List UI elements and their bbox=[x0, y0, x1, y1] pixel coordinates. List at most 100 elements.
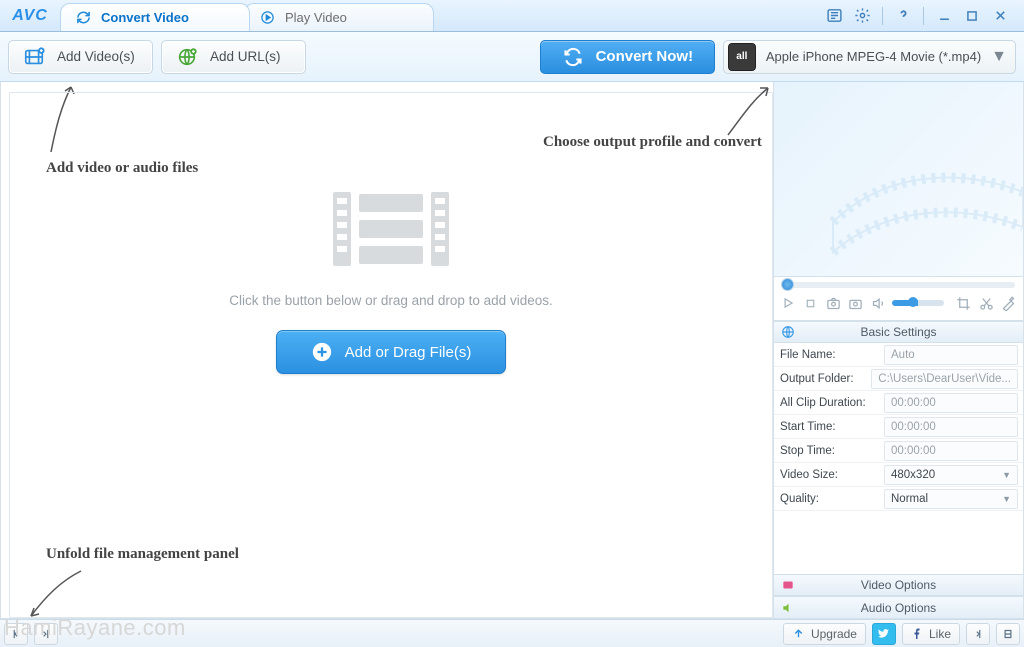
filmstrip-graphic-icon bbox=[823, 142, 1023, 262]
settings-row: Output Folder: C:\Users\DearUser\Vide... bbox=[774, 367, 1023, 391]
refresh-icon bbox=[75, 10, 91, 26]
output-profile-selector[interactable]: all Apple iPhone MPEG-4 Movie (*.mp4) ▼ bbox=[723, 40, 1016, 74]
settings-row: File Name: Auto bbox=[774, 343, 1023, 367]
twitter-button[interactable] bbox=[872, 623, 896, 645]
profile-label: Apple iPhone MPEG-4 Movie (*.mp4) bbox=[766, 49, 981, 64]
settings-key: Output Folder: bbox=[774, 373, 866, 385]
settings-value[interactable]: C:\Users\DearUser\Vide... bbox=[871, 369, 1018, 389]
film-graphic-icon bbox=[331, 188, 451, 275]
upload-icon bbox=[792, 627, 805, 640]
settings-row: All Clip Duration: 00:00:00 bbox=[774, 391, 1023, 415]
plus-circle-icon bbox=[311, 341, 333, 363]
sync-icon bbox=[562, 46, 584, 68]
video-icon bbox=[780, 577, 796, 593]
snapshot-folder-icon[interactable] bbox=[847, 294, 863, 312]
settings-value-text: Auto bbox=[891, 349, 915, 361]
maximize-button[interactable] bbox=[960, 5, 984, 27]
button-label: Add URL(s) bbox=[210, 49, 281, 64]
preview-area bbox=[774, 82, 1023, 277]
basic-settings-body: File Name: Auto Output Folder: C:\Users\Dea… bbox=[774, 343, 1023, 574]
tab-label: Play Video bbox=[285, 10, 347, 25]
chevron-down-icon: ▼ bbox=[1002, 470, 1011, 480]
film-plus-icon bbox=[23, 46, 45, 68]
tab-play-video[interactable]: Play Video bbox=[244, 3, 434, 31]
tab-label: Convert Video bbox=[101, 10, 189, 25]
status-bar: Upgrade Like bbox=[0, 619, 1024, 647]
section-label: Basic Settings bbox=[860, 325, 936, 339]
settings-key: All Clip Duration: bbox=[774, 397, 879, 409]
button-label: Convert Now! bbox=[596, 48, 694, 65]
facebook-like-button[interactable]: Like bbox=[902, 623, 960, 645]
cut-icon[interactable] bbox=[978, 294, 994, 312]
annotation-choose-output: Choose output profile and convert bbox=[543, 134, 973, 151]
activity-icon[interactable] bbox=[822, 5, 846, 27]
settings-value-text: 00:00:00 bbox=[891, 397, 936, 409]
upgrade-button[interactable]: Upgrade bbox=[783, 623, 866, 645]
add-urls-button[interactable]: Add URL(s) bbox=[161, 40, 306, 74]
chevron-down-icon: ▼ bbox=[991, 48, 1007, 66]
volume-icon[interactable] bbox=[870, 294, 886, 312]
button-label: Add Video(s) bbox=[57, 49, 135, 64]
settings-value-text: C:\Users\DearUser\Vide... bbox=[878, 373, 1011, 385]
settings-value[interactable]: Auto bbox=[884, 345, 1018, 365]
add-videos-button[interactable]: Add Video(s) bbox=[8, 40, 153, 74]
chevron-down-icon: ▼ bbox=[1002, 494, 1011, 504]
settings-key: Quality: bbox=[774, 493, 879, 505]
audio-options-header[interactable]: Audio Options bbox=[774, 596, 1023, 618]
main-area: Add video or audio files Choose output p… bbox=[0, 82, 1024, 619]
effects-icon[interactable] bbox=[1001, 294, 1017, 312]
video-options-header[interactable]: Video Options bbox=[774, 574, 1023, 596]
settings-row: Quality: Normal ▼ bbox=[774, 487, 1023, 511]
section-label: Video Options bbox=[861, 578, 936, 592]
section-label: Audio Options bbox=[861, 601, 936, 615]
panel-expand-right-button[interactable] bbox=[996, 623, 1020, 645]
settings-value[interactable]: 480x320 ▼ bbox=[884, 465, 1018, 485]
settings-value-text: 00:00:00 bbox=[891, 445, 936, 457]
settings-value[interactable]: 00:00:00 bbox=[884, 417, 1018, 437]
titlebar: AVC Convert Video Play Video bbox=[0, 0, 1024, 32]
tab-convert-video[interactable]: Convert Video bbox=[60, 3, 250, 31]
app-logo: AVC bbox=[0, 0, 60, 31]
settings-value-text: Normal bbox=[891, 493, 928, 505]
play-icon[interactable] bbox=[780, 294, 796, 312]
button-label: Like bbox=[929, 627, 951, 641]
annotation-arrow-output bbox=[718, 80, 778, 140]
add-drag-files-button[interactable]: Add or Drag File(s) bbox=[276, 330, 506, 374]
toolbar: Add Video(s) Add URL(s) Convert Now! all… bbox=[0, 32, 1024, 82]
close-button[interactable] bbox=[988, 5, 1012, 27]
audio-icon bbox=[780, 600, 796, 616]
stop-icon[interactable] bbox=[802, 294, 818, 312]
window-controls bbox=[810, 0, 1024, 31]
settings-key: File Name: bbox=[774, 349, 879, 361]
progress-bar[interactable] bbox=[782, 282, 1015, 288]
facebook-icon bbox=[911, 628, 923, 640]
settings-value-text: 00:00:00 bbox=[891, 421, 936, 433]
settings-value[interactable]: 00:00:00 bbox=[884, 393, 1018, 413]
crop-icon[interactable] bbox=[956, 294, 972, 312]
globe-icon bbox=[780, 324, 796, 340]
settings-value[interactable]: 00:00:00 bbox=[884, 441, 1018, 461]
button-label: Add or Drag File(s) bbox=[345, 344, 472, 361]
basic-settings-header[interactable]: Basic Settings bbox=[774, 321, 1023, 343]
drop-hint: Click the button below or drag and drop … bbox=[229, 293, 552, 308]
settings-row: Start Time: 00:00:00 bbox=[774, 415, 1023, 439]
profile-chip-icon: all bbox=[728, 43, 756, 71]
volume-slider[interactable] bbox=[892, 300, 943, 306]
drop-zone[interactable]: Click the button below or drag and drop … bbox=[9, 92, 773, 618]
settings-icon[interactable] bbox=[850, 5, 874, 27]
main-tabs: Convert Video Play Video bbox=[60, 0, 810, 31]
settings-row: Video Size:480x320▼ bbox=[774, 463, 1023, 487]
snapshot-icon[interactable] bbox=[825, 294, 841, 312]
minimize-button[interactable] bbox=[932, 5, 956, 27]
button-label: Upgrade bbox=[811, 627, 857, 641]
settings-row: Stop Time: 00:00:00 bbox=[774, 439, 1023, 463]
convert-now-button[interactable]: Convert Now! bbox=[540, 40, 715, 74]
settings-key: Start Time: bbox=[774, 421, 879, 433]
globe-plus-icon bbox=[176, 46, 198, 68]
settings-value[interactable]: Normal ▼ bbox=[884, 489, 1018, 509]
settings-key: Stop Time: bbox=[774, 445, 879, 457]
panel-collapse-right-button[interactable] bbox=[966, 623, 990, 645]
twitter-icon bbox=[877, 627, 890, 640]
help-icon[interactable] bbox=[891, 5, 915, 27]
settings-value-text: 480x320 bbox=[891, 469, 935, 481]
